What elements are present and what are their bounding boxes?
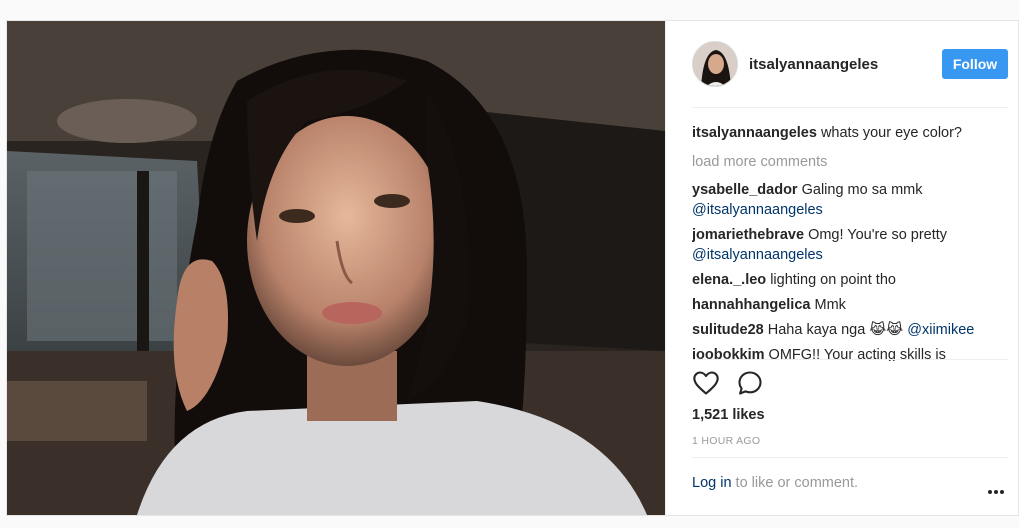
- post-header: itsalyannaangeles Follow: [666, 21, 1018, 107]
- selfie-image: [7, 21, 665, 515]
- comment-text: Mmk: [814, 297, 846, 313]
- comment-mention[interactable]: @xiimikee: [907, 322, 974, 338]
- comment-username[interactable]: jomariethebrave: [692, 227, 804, 243]
- post-photo[interactable]: [7, 21, 665, 515]
- comment-username[interactable]: hannahhangelica: [692, 297, 810, 313]
- login-prompt: Log in to like or comment.: [692, 475, 858, 491]
- more-options-icon[interactable]: [988, 481, 1008, 494]
- footer-divider: [692, 457, 1008, 458]
- avatar[interactable]: [692, 41, 738, 87]
- comment-item: hannahhangelica Mmk: [692, 295, 1008, 315]
- caption: itsalyannaangeles whats your eye color?: [692, 123, 1008, 143]
- post-details-panel: itsalyannaangeles Follow itsalyannaangel…: [665, 21, 1018, 515]
- caption-text: whats your eye color?: [820, 125, 962, 141]
- post-author-username[interactable]: itsalyannaangeles: [749, 56, 878, 73]
- comment-text: lighting on point tho: [770, 272, 896, 288]
- comment-mention[interactable]: @itsalyannaangeles: [692, 202, 823, 218]
- login-prompt-text: to like or comment.: [735, 475, 859, 491]
- comment-mention[interactable]: @itsalyannaangeles: [692, 247, 823, 263]
- heart-icon[interactable]: [692, 369, 720, 397]
- comments-divider: [692, 359, 1008, 360]
- likes-count[interactable]: 1,521 likes: [692, 407, 765, 423]
- post-timestamp[interactable]: 1 HOUR AGO: [692, 435, 760, 447]
- comment-username[interactable]: elena._.leo: [692, 272, 766, 288]
- login-link[interactable]: Log in: [692, 475, 732, 491]
- comment-item: ysabelle_dador Galing mo sa mmk @itsalya…: [692, 180, 1008, 220]
- comment-item: sulitude28 Haha kaya nga 😹😹 @xiimikee: [692, 320, 1008, 340]
- comment-text: Galing mo sa mmk: [801, 182, 923, 198]
- load-more-comments-link[interactable]: load more comments: [692, 152, 1008, 172]
- follow-button[interactable]: Follow: [942, 49, 1008, 79]
- comment-text: Haha kaya nga 😹😹: [767, 322, 904, 338]
- action-bar: [692, 369, 1008, 399]
- comment-item: elena._.leo lighting on point tho: [692, 270, 1008, 290]
- header-divider: [692, 107, 1008, 108]
- comments-list[interactable]: itsalyannaangeles whats your eye color? …: [692, 121, 1008, 361]
- comment-item: jomariethebrave Omg! You're so pretty @i…: [692, 225, 1008, 265]
- caption-username[interactable]: itsalyannaangeles: [692, 125, 817, 141]
- instagram-post: itsalyannaangeles Follow itsalyannaangel…: [6, 20, 1019, 516]
- comment-username[interactable]: sulitude28: [692, 322, 764, 338]
- comment-text: Omg! You're so pretty: [808, 227, 948, 243]
- comment-bubble-icon[interactable]: [736, 369, 764, 397]
- comment-username[interactable]: ysabelle_dador: [692, 182, 798, 198]
- profile-picture: [693, 42, 737, 86]
